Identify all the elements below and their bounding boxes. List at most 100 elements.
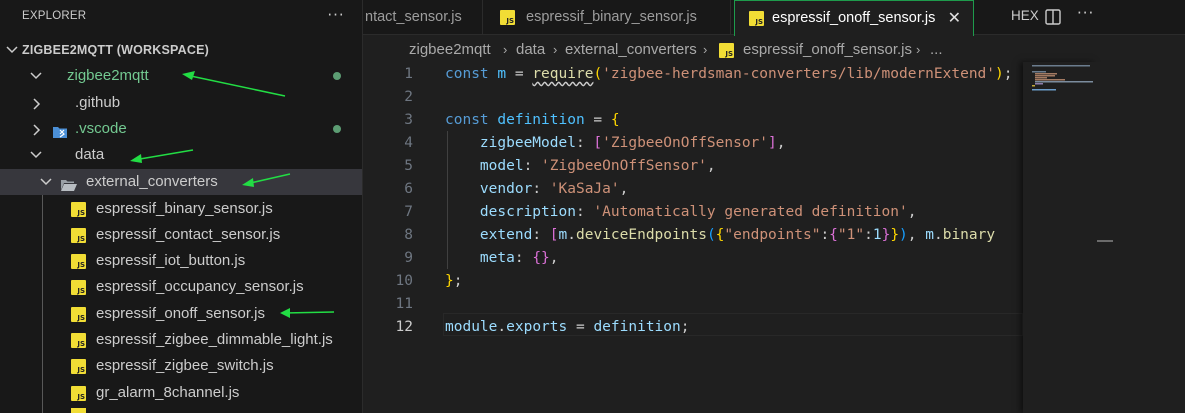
- line-number: 7: [404, 204, 413, 220]
- explorer-sidebar: EXPLORER ··· ZIGBEE2MQTT (WORKSPACE) zig…: [0, 0, 363, 413]
- code-token: ;: [1003, 66, 1013, 82]
- breadcrumb-item[interactable]: espressif_onoff_sensor.js: [743, 36, 912, 64]
- code-token: 'Automatically generated definition': [593, 204, 908, 220]
- minimap[interactable]: [1023, 62, 1096, 413]
- tree-folder-github[interactable]: .github: [0, 90, 362, 116]
- scrollbar-marker: [1097, 240, 1113, 242]
- close-icon[interactable]: ✕: [948, 1, 961, 36]
- code-token: :: [523, 158, 542, 174]
- code-token: =: [567, 319, 594, 335]
- tree-file[interactable]: JS espressif_contact_sensor.js: [0, 222, 362, 248]
- js-file-icon: [71, 408, 86, 413]
- code-line: const definition = {: [445, 109, 620, 132]
- breadcrumb-item[interactable]: data: [516, 36, 545, 64]
- chevron-down-icon: [38, 169, 54, 195]
- line-number: 9: [404, 250, 413, 266]
- code-token: {: [610, 112, 620, 128]
- code-token: 'ZigbeeOnOffSensor': [541, 158, 707, 174]
- js-file-icon: JS: [71, 333, 86, 348]
- line-number: 5: [404, 158, 413, 174]
- code-token: 'KaSaJa': [549, 181, 620, 197]
- line-number: 10: [395, 273, 413, 289]
- tab-label: ntact_sensor.js: [365, 9, 462, 25]
- tree-folder-vscode[interactable]: .vscode: [0, 116, 362, 142]
- tree-label: external_converters: [86, 173, 218, 190]
- code-token: }: [445, 273, 454, 289]
- split-editor-icon[interactable]: [1044, 8, 1062, 26]
- tree-folder-data[interactable]: data: [0, 142, 362, 168]
- tree-file[interactable]: JS espressif_iot_button.js: [0, 248, 362, 274]
- hex-editor-button[interactable]: HEX: [1011, 8, 1039, 23]
- tab-onoff-sensor[interactable]: JS espressif_onoff_sensor.js ✕: [734, 0, 974, 36]
- code-token: {: [829, 227, 838, 243]
- js-file-icon: JS: [71, 202, 86, 217]
- code-token: deviceEndpoints: [575, 227, 707, 243]
- js-file-icon: JS: [749, 11, 764, 26]
- tree-file[interactable]: JS espressif_zigbee_dimmable_light.js: [0, 327, 362, 353]
- line-number: 11: [395, 296, 413, 312]
- tab-binary-sensor[interactable]: JS espressif_binary_sensor.js: [483, 0, 731, 35]
- code-editor[interactable]: 1 2 3 4 5 6 7 8 9 10 11 12 const m = require('zigbe…: [363, 62, 1023, 413]
- line-number: 12: [395, 319, 413, 335]
- breadcrumb-item[interactable]: zigbee2mqtt: [409, 36, 491, 64]
- tree-file[interactable]: JS espressif_occupancy_sensor.js: [0, 274, 362, 300]
- code-token: ,: [619, 181, 629, 197]
- tree-file[interactable]: JS gr_alarm_8channel.js: [0, 380, 362, 406]
- workspace-label: ZIGBEE2MQTT (WORKSPACE): [22, 43, 210, 57]
- workspace-root[interactable]: ZIGBEE2MQTT (WORKSPACE): [0, 37, 362, 63]
- code-token: ;: [680, 319, 690, 335]
- js-file-icon: JS: [71, 254, 86, 269]
- tree-file[interactable]: JS espressif_binary_sensor.js: [0, 196, 362, 222]
- tree-label: espressif_contact_sensor.js: [96, 226, 281, 243]
- code-token: "endpoints": [724, 227, 821, 243]
- code-token: m: [925, 227, 934, 243]
- code-token: ]: [768, 135, 777, 151]
- explorer-more-actions-icon[interactable]: ···: [322, 4, 350, 28]
- code-token: definition: [497, 112, 585, 128]
- code-line: zigbeeModel: ['ZigbeeOnOffSensor'],: [445, 132, 786, 155]
- breadcrumb-item[interactable]: ...: [930, 36, 943, 64]
- chevron-right-icon: ›: [703, 42, 708, 57]
- code-token: :: [575, 204, 594, 220]
- code-token: .: [933, 227, 943, 243]
- tree-folder-zigbee2mqtt[interactable]: zigbee2mqtt: [0, 63, 362, 89]
- line-number: 4: [404, 135, 413, 151]
- code-token: "1": [837, 227, 865, 243]
- code-token: extend: [479, 227, 533, 243]
- code-token: :: [532, 181, 550, 197]
- git-modified-dot: [333, 125, 341, 133]
- tree-folder-external-converters[interactable]: external_converters: [0, 169, 362, 195]
- js-file-icon: JS: [71, 280, 86, 295]
- code-line: extend: [m.deviceEndpoints({"endpoints":…: [445, 224, 995, 247]
- breadcrumb-item[interactable]: external_converters: [565, 36, 697, 64]
- tree-label: espressif_zigbee_switch.js: [96, 357, 274, 374]
- editor-more-actions-icon[interactable]: ···: [1077, 4, 1094, 22]
- tree-label: espressif_iot_button.js: [96, 252, 246, 269]
- tree-file[interactable]: JS espressif_onoff_sensor.js: [0, 301, 362, 327]
- code-token: module: [445, 319, 498, 335]
- tab-contact-sensor[interactable]: ntact_sensor.js: [363, 0, 483, 35]
- vscode-icon: [52, 122, 68, 138]
- chevron-right-icon: ›: [916, 42, 921, 57]
- tree-label: data: [75, 146, 105, 163]
- tree-label: espressif_onoff_sensor.js: [96, 305, 265, 322]
- code-token: :: [575, 135, 594, 151]
- code-token: meta: [479, 250, 515, 266]
- explorer-header: EXPLORER ···: [0, 0, 362, 35]
- line-number: 2: [404, 89, 413, 105]
- tree-label: .vscode: [75, 120, 127, 137]
- code-line: vendor: 'KaSaJa',: [445, 178, 628, 201]
- vertical-scrollbar[interactable]: [1096, 62, 1185, 413]
- chevron-down-icon: [28, 63, 44, 89]
- tree-label: espressif_zigbee_dimmable_light.js: [96, 331, 333, 348]
- js-file-icon: JS: [71, 386, 86, 401]
- minimap-preview: [1032, 65, 1093, 91]
- code-line: description: 'Automatically generated de…: [445, 201, 917, 224]
- tree-file[interactable]: JS espressif_zigbee_switch.js: [0, 353, 362, 379]
- js-file-icon: JS: [71, 359, 86, 374]
